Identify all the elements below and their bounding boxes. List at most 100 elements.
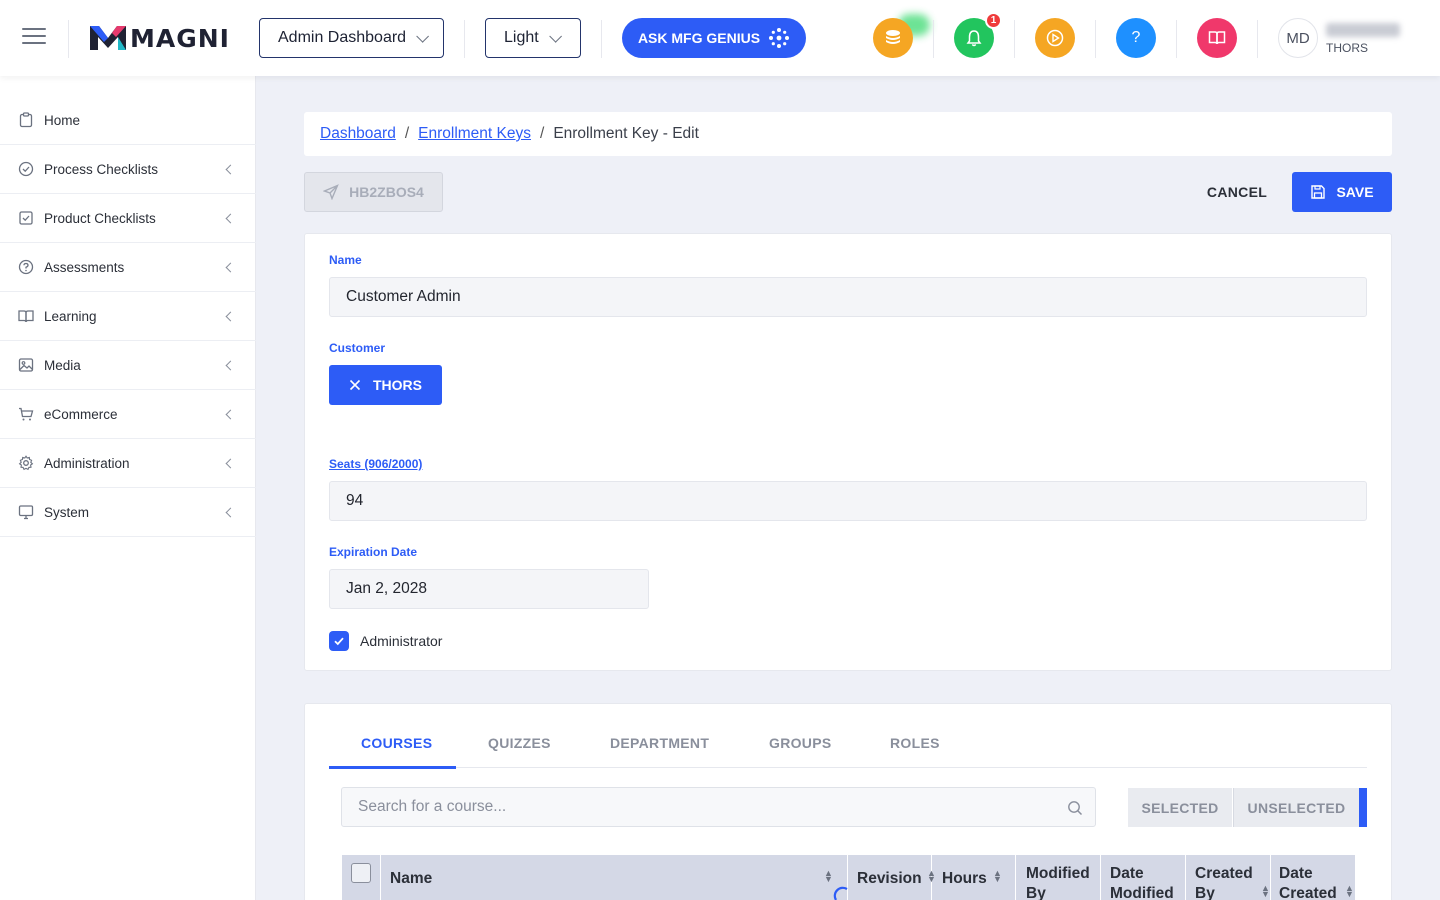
chevron-left-icon — [225, 360, 236, 371]
breadcrumb: Dashboard / Enrollment Keys / Enrollment… — [304, 112, 1392, 156]
tab-quizzes[interactable]: QUIZZES — [488, 735, 551, 751]
avatar[interactable]: MD — [1278, 18, 1318, 58]
name-field[interactable]: Customer Admin — [329, 277, 1367, 317]
close-icon[interactable] — [349, 379, 361, 391]
customer-chip[interactable]: THORS — [329, 365, 442, 405]
filter-unselected-button[interactable]: UNSELECTED — [1233, 788, 1359, 827]
column-header-label: Name — [390, 870, 433, 887]
sparkle-icon — [769, 28, 790, 48]
column-header-date-created[interactable]: Date Created ▲ ▼ — [1272, 855, 1355, 900]
save-button[interactable]: SAVE — [1292, 172, 1392, 212]
divider — [1014, 20, 1015, 58]
column-header-revision[interactable]: Revision ▲ ▼ — [849, 855, 936, 900]
sidebar-item-learning[interactable]: Learning — [0, 292, 256, 341]
sidebar-item-label: eCommerce — [44, 406, 118, 422]
tab-courses[interactable]: COURSES — [361, 735, 432, 751]
column-header-label: Date Modified — [1110, 865, 1174, 900]
play-circle-icon — [1046, 29, 1064, 47]
search-icon[interactable] — [1067, 800, 1083, 816]
ask-mfg-genius-button[interactable]: ASK MFG GENIUS — [622, 18, 806, 58]
expiration-date-label: Expiration Date — [329, 545, 418, 559]
name-label: Name — [329, 253, 362, 267]
menu-icon[interactable] — [22, 28, 46, 48]
column-header-hours[interactable]: Hours ▲ ▼ — [933, 855, 1016, 900]
chevron-left-icon — [225, 213, 236, 224]
select-all-checkbox[interactable] — [351, 863, 371, 883]
column-header-created-by[interactable]: Created By ▲ ▼ — [1187, 855, 1271, 900]
chevron-left-icon — [225, 311, 236, 322]
breadcrumb-link-enrollment-keys[interactable]: Enrollment Keys — [418, 125, 531, 143]
cancel-button[interactable]: CANCEL — [1196, 172, 1278, 212]
sidebar-item-product-checklists[interactable]: Product Checklists — [0, 194, 256, 243]
sidebar-item-ecommerce[interactable]: eCommerce — [0, 390, 256, 439]
column-header-date-modified[interactable]: Date Modified — [1102, 855, 1186, 900]
coins-button[interactable] — [873, 18, 913, 58]
divider — [68, 20, 69, 58]
sidebar-item-label: Learning — [44, 308, 97, 324]
breadcrumb-link-dashboard[interactable]: Dashboard — [320, 125, 396, 143]
sidebar-item-system[interactable]: System — [0, 488, 256, 537]
filter-selected-button[interactable]: SELECTED — [1128, 788, 1232, 827]
coins-icon — [886, 30, 900, 44]
divider — [1095, 20, 1096, 58]
administrator-label: Administrator — [360, 633, 443, 649]
tab-groups[interactable]: GROUPS — [769, 735, 831, 751]
send-key-button[interactable]: HB2ZBOS4 — [304, 172, 443, 212]
column-header-label: Date Created — [1279, 865, 1337, 900]
check-circle-icon — [18, 161, 34, 177]
book-open-icon — [1208, 31, 1226, 45]
sort-icon[interactable]: ▲ ▼ — [993, 869, 1002, 884]
theme-select[interactable]: Light — [485, 18, 581, 58]
seats-label[interactable]: Seats (906/2000) — [329, 457, 422, 471]
clipboard-icon — [19, 112, 33, 128]
course-search — [341, 787, 1096, 827]
expiration-date-field[interactable]: Jan 2, 2028 — [329, 569, 649, 609]
course-search-input[interactable] — [358, 798, 1038, 816]
sidebar-item-administration[interactable]: Administration — [0, 439, 256, 488]
dashboard-select[interactable]: Admin Dashboard — [259, 18, 444, 58]
chevron-left-icon — [225, 409, 236, 420]
gear-icon — [18, 455, 34, 471]
logo[interactable]: MAGNI — [90, 22, 230, 54]
help-button[interactable]: ? — [1116, 18, 1156, 58]
customer-label: Customer — [329, 341, 386, 355]
sidebar-item-label: System — [44, 504, 90, 520]
guide-button[interactable] — [1197, 18, 1237, 58]
sidebar-item-assessments[interactable]: Assessments — [0, 243, 256, 292]
help-icon: ? — [1131, 29, 1141, 46]
breadcrumb-separator: / — [540, 125, 545, 142]
chevron-down-icon — [416, 29, 430, 43]
divider — [601, 20, 602, 58]
column-header-modified-by[interactable]: Modified By — [1017, 855, 1101, 900]
sidebar-item-label: Process Checklists — [44, 161, 159, 177]
breadcrumb-separator: / — [404, 125, 410, 142]
tab-department[interactable]: DEPARTMENT — [610, 735, 709, 751]
sidebar-item-home[interactable]: Home — [0, 96, 256, 145]
notifications-button[interactable]: 1 — [954, 12, 1002, 58]
user-org: THORS — [1326, 41, 1368, 55]
play-button[interactable] — [1035, 18, 1075, 58]
book-icon — [18, 310, 34, 323]
tab-roles[interactable]: ROLES — [890, 735, 940, 751]
column-header-name[interactable]: Name ▲ ▼ — [380, 855, 848, 900]
chevron-down-icon — [548, 29, 562, 43]
seats-field[interactable]: 94 — [329, 481, 1367, 521]
chevron-left-icon — [225, 507, 236, 518]
sidebar-item-media[interactable]: Media — [0, 341, 256, 390]
key-code: HB2ZBOS4 — [349, 184, 424, 200]
divider — [1176, 20, 1177, 58]
sort-icon[interactable]: ▲ ▼ — [1345, 884, 1354, 899]
sidebar-item-process-checklists[interactable]: Process Checklists — [0, 145, 256, 194]
customer-chip-label: THORS — [373, 377, 422, 393]
genius-button-label: ASK MFG GENIUS — [637, 30, 761, 46]
send-icon — [323, 184, 339, 200]
monitor-icon — [18, 505, 34, 520]
user-name-redacted — [1326, 23, 1400, 37]
avatar-initials: MD — [1286, 29, 1310, 47]
administrator-checkbox[interactable] — [329, 631, 349, 651]
column-header-label: Hours — [942, 870, 987, 887]
sort-icon[interactable]: ▲ ▼ — [824, 869, 833, 884]
sidebar-item-label: Home — [44, 112, 81, 128]
sort-icon[interactable]: ▲ ▼ — [1261, 884, 1270, 899]
divider — [464, 20, 465, 58]
